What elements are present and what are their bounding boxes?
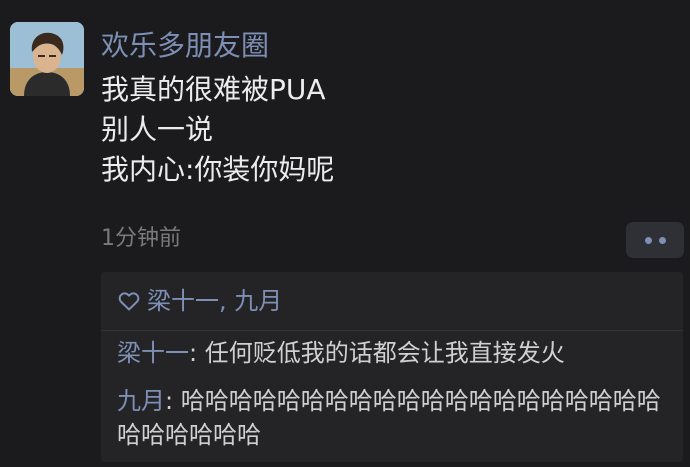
post-username[interactable]: 欢乐多朋友圈: [101, 26, 269, 66]
comment-text: 哈哈哈哈哈哈哈哈哈哈哈哈哈哈哈哈哈哈哈哈哈哈哈哈哈哈: [117, 387, 661, 449]
post-line-3: 我内心:你装你妈呢: [101, 153, 335, 186]
post-timestamp: 1分钟前: [101, 226, 181, 251]
two-dots-icon: [658, 236, 666, 244]
likes-row: 梁十一, 九月: [117, 284, 282, 318]
post-line-1: 我真的很难被PUA: [101, 73, 326, 106]
likes-names[interactable]: 梁十一, 九月: [147, 284, 282, 318]
comment-author[interactable]: 九月: [117, 387, 165, 415]
comment-text: 任何贬低我的话都会让我直接发火: [204, 339, 565, 367]
comment-separator: :: [165, 387, 181, 415]
post-content: 我真的很难被PUA 别人一说 我内心:你装你妈呢: [101, 70, 661, 190]
comment[interactable]: 梁十一: 任何贬低我的话都会让我直接发火: [117, 336, 677, 370]
comment-separator: :: [189, 339, 205, 367]
heart-outline-icon: [118, 292, 140, 311]
comment-author[interactable]: 梁十一: [117, 339, 189, 367]
comment[interactable]: 九月: 哈哈哈哈哈哈哈哈哈哈哈哈哈哈哈哈哈哈哈哈哈哈哈哈哈哈: [117, 384, 677, 452]
likes-comments-panel: 梁十一, 九月 梁十一: 任何贬低我的话都会让我直接发火 九月: 哈哈哈哈哈哈哈…: [101, 272, 683, 462]
person-avatar-icon: [10, 22, 84, 96]
post-line-2: 别人一说: [101, 113, 214, 146]
avatar[interactable]: [10, 22, 84, 96]
divider: [101, 330, 683, 331]
more-actions-button[interactable]: [626, 222, 684, 258]
two-dots-icon: [644, 236, 652, 244]
